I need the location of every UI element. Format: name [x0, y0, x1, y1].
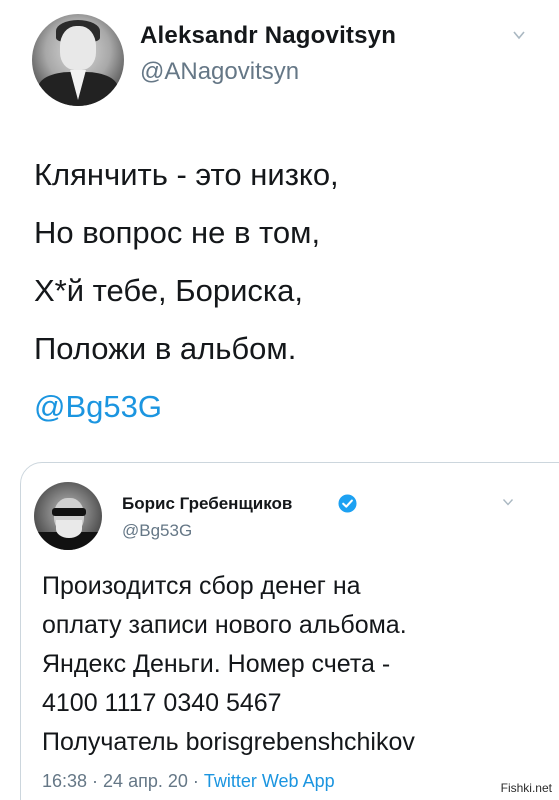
tweet-source-app[interactable]: Twitter Web App: [204, 771, 335, 791]
tweet-line: Х*й тебе, Бориска,: [34, 273, 304, 308]
tweet-line: Но вопрос не в том,: [34, 215, 321, 250]
quoted-line: Произодится сбор денег на: [42, 572, 361, 600]
quoted-line: Получатель borisgrebenshchikov: [42, 728, 415, 756]
quoted-line: Яндекс Деньги. Номер счета -: [42, 650, 391, 678]
chevron-down-icon[interactable]: [512, 28, 526, 42]
meta-separator: ·: [192, 771, 199, 791]
author-handle[interactable]: @ANagovitsyn: [140, 58, 299, 86]
author-avatar[interactable]: [32, 14, 124, 106]
main-tweet: Aleksandr Nagovitsyn @ANagovitsyn Клянчи…: [0, 0, 559, 455]
watermark: Fishki.net: [497, 780, 555, 796]
quoted-tweet-text: Произодится сбор денег на оплату записи …: [42, 567, 415, 762]
tweet-time[interactable]: 16:38: [42, 771, 87, 791]
meta-separator: ·: [92, 771, 99, 791]
chevron-down-icon[interactable]: [502, 496, 514, 508]
quoted-author-handle[interactable]: @Bg53G: [122, 521, 192, 541]
author-name[interactable]: Aleksandr Nagovitsyn: [140, 22, 396, 50]
tweet-text: Клянчить - это низко, Но вопрос не в том…: [34, 146, 339, 436]
mention-link[interactable]: @Bg53G: [34, 378, 339, 436]
tweet-line: Клянчить - это низко,: [34, 157, 339, 192]
tweet-meta: 16:38 · 24 апр. 20 · Twitter Web App: [42, 771, 335, 792]
tweet-date[interactable]: 24 апр. 20: [103, 771, 188, 791]
tweet-line: Положи в альбом.: [34, 331, 297, 366]
quoted-line: 4100 1117 0340 5467: [42, 689, 282, 717]
quoted-author-avatar[interactable]: [34, 482, 102, 550]
verified-badge-icon: [338, 494, 357, 513]
quoted-line: оплату записи нового альбома.: [42, 611, 407, 639]
quoted-author-name[interactable]: Борис Гребенщиков: [122, 494, 292, 514]
